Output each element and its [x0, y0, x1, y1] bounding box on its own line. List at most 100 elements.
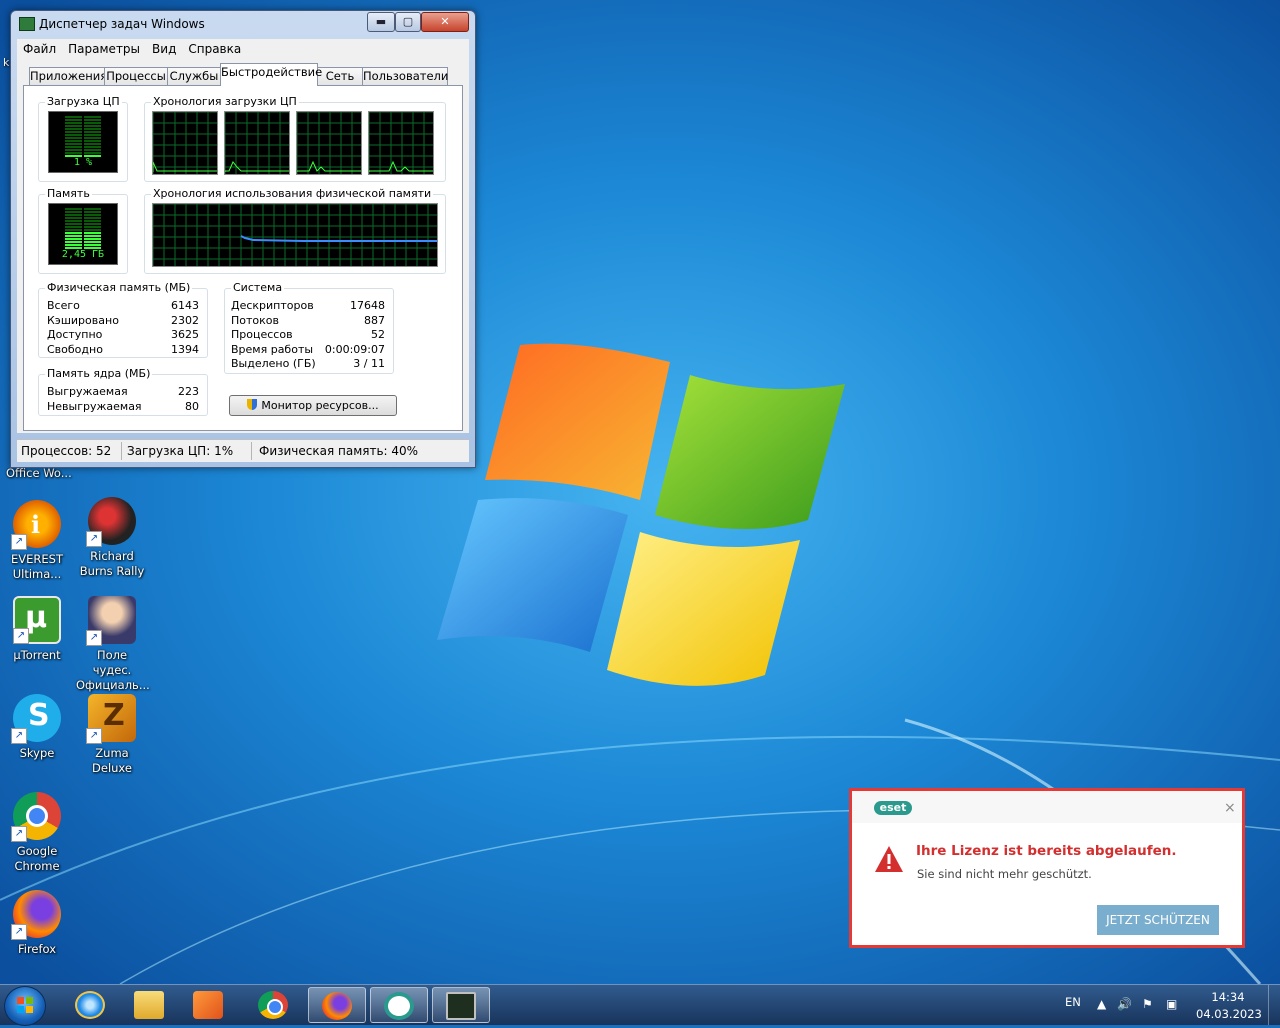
language-indicator[interactable]: EN — [1065, 995, 1081, 1009]
zuma-deluxe-icon: Z ↗ — [86, 694, 136, 744]
resource-monitor-button[interactable]: Монитор ресурсов... — [229, 395, 397, 416]
skype-icon: S ↗ — [11, 694, 61, 744]
memory-usage-meter: 2,45 ГБ — [48, 203, 118, 265]
desktop-icon-richard-burns-rally[interactable]: ↗ Richard Burns Rally — [76, 497, 148, 579]
stat-label: Время работы — [231, 343, 314, 356]
shortcut-arrow-icon: ↗ — [86, 531, 102, 547]
cpu-history-graph-3 — [296, 111, 362, 175]
desktop-icon-utorrent[interactable]: µ ↗ µTorrent — [1, 596, 73, 663]
shortcut-arrow-icon: ↗ — [11, 728, 27, 744]
title-bar[interactable]: Диспетчер задач Windows ▬ ▢ ✕ — [11, 11, 475, 37]
taskbar-chrome[interactable] — [245, 987, 303, 1023]
desktop-icon-skype[interactable]: S ↗ Skype — [1, 694, 73, 761]
media-player-icon — [193, 991, 223, 1019]
eset-license-notification[interactable]: eset × Ihre Lizenz ist bereits abgelaufe… — [849, 788, 1245, 948]
close-icon[interactable]: × — [1224, 800, 1236, 816]
cpu-history-graph-4 — [368, 111, 434, 175]
desktop-icon-office-partial[interactable]: Office Wo... — [0, 466, 80, 481]
stat-value: 3 / 11 — [353, 357, 385, 370]
close-button[interactable]: ✕ — [421, 12, 469, 32]
volume-icon[interactable]: 🔊 — [1117, 997, 1132, 1011]
memory-history-graph — [152, 203, 438, 267]
notification-subtext: Sie sind nicht mehr geschützt. — [917, 867, 1092, 881]
stat-label: Дескрипторов — [231, 299, 314, 312]
shortcut-arrow-icon: ↗ — [11, 924, 27, 940]
stat-label: Процессов — [231, 328, 293, 341]
stat-value: 1394 — [171, 343, 199, 356]
shortcut-arrow-icon: ↗ — [86, 728, 102, 744]
desktop-icon-everest[interactable]: i ↗ EVEREST Ultima... — [1, 500, 73, 582]
protect-now-button[interactable]: JETZT SCHÜTZEN — [1097, 905, 1219, 935]
memory-meter-bars — [65, 208, 101, 249]
stat-label: Выделено (ГБ) — [231, 357, 316, 370]
window-title: Диспетчер задач Windows — [39, 17, 205, 31]
uac-shield-icon — [247, 399, 258, 410]
status-processes: Процессов: 52 — [21, 444, 112, 458]
stat-label: Кэшировано — [47, 314, 119, 327]
richard-burns-rally-icon: ↗ — [86, 497, 136, 547]
shortcut-arrow-icon: ↗ — [11, 826, 27, 842]
tab-performance[interactable]: Быстродействие — [220, 63, 322, 86]
taskbar-internet-explorer[interactable] — [62, 987, 120, 1023]
cpu-meter-bars — [65, 116, 101, 157]
action-center-icon[interactable]: ⚑ — [1142, 997, 1153, 1011]
taskbar-eset[interactable] — [370, 987, 428, 1023]
everest-icon: i ↗ — [11, 500, 61, 550]
tab-services[interactable]: Службы — [167, 67, 221, 85]
task-manager-window[interactable]: Диспетчер задач Windows ▬ ▢ ✕ Файл Параме… — [10, 10, 476, 468]
show-hidden-icons-icon[interactable]: ▲ — [1097, 997, 1106, 1011]
clock-time[interactable]: 14:34 — [1200, 990, 1256, 1004]
taskbar-task-manager[interactable] — [432, 987, 490, 1023]
memory-group: Память 2,45 ГБ — [38, 187, 128, 274]
taskbar-firefox[interactable] — [308, 987, 366, 1023]
desktop-icon-label: Office Wo... — [6, 466, 72, 480]
tab-processes[interactable]: Процессы — [104, 67, 168, 85]
memory-history-title: Хронология использования физической памя… — [151, 187, 434, 200]
explorer-folder-icon — [134, 991, 164, 1019]
clock-date[interactable]: 04.03.2023 — [1196, 1007, 1262, 1021]
cpu-usage-meter: 1 % — [48, 111, 118, 173]
desktop-icon-label: µTorrent — [13, 648, 61, 662]
desktop-icon-firefox[interactable]: ↗ Firefox — [1, 890, 73, 957]
menu-file[interactable]: Файл — [17, 39, 62, 56]
stat-value: 0:00:09:07 — [324, 343, 385, 356]
stat-label: Выгружаемая — [47, 385, 128, 398]
memory-history-group: Хронология использования физической памя… — [144, 187, 446, 274]
cpu-usage-title: Загрузка ЦП — [45, 95, 122, 108]
system-group: Система Дескрипторов 17648 Потоков 887 Про… — [224, 281, 394, 374]
tab-networking[interactable]: Сеть — [317, 67, 363, 85]
tab-applications[interactable]: Приложения — [29, 67, 107, 85]
desktop-icon-label: EVEREST Ultima... — [11, 552, 63, 581]
desktop-icon-zuma-deluxe[interactable]: Z ↗ Zuma Deluxe — [76, 694, 148, 776]
tab-strip: Приложения Процессы Службы Быстродействи… — [17, 59, 469, 86]
tab-users[interactable]: Пользователи — [362, 67, 448, 85]
performance-panel: Загрузка ЦП 1 % Хронология загрузки ЦП П… — [23, 85, 463, 431]
performance-tab-body: Загрузка ЦП 1 % Хронология загрузки ЦП П… — [17, 85, 469, 433]
cpu-history-title: Хронология загрузки ЦП — [151, 95, 299, 108]
menu-options[interactable]: Параметры — [62, 39, 146, 56]
desktop-icon-label: Поле чудес. Официаль... — [76, 648, 150, 692]
minimize-button[interactable]: ▬ — [367, 12, 395, 32]
network-icon[interactable]: ▣ — [1166, 997, 1177, 1011]
task-manager-app-icon — [19, 17, 35, 31]
task-manager-icon — [446, 992, 476, 1020]
menu-help[interactable]: Справка — [182, 39, 247, 56]
chrome-icon: ↗ — [11, 792, 61, 842]
show-desktop-button[interactable] — [1268, 985, 1280, 1025]
desktop-icon-google-chrome[interactable]: ↗ Google Chrome — [1, 792, 73, 874]
maximize-button[interactable]: ▢ — [395, 12, 421, 32]
taskbar: EN ▲ 🔊 ⚑ ▣ 14:34 04.03.2023 — [0, 984, 1280, 1026]
start-button[interactable] — [4, 986, 46, 1026]
desktop-edge-fragment: k — [3, 56, 10, 69]
taskbar-media-player[interactable] — [180, 987, 238, 1023]
desktop-icon-label: Skype — [19, 746, 55, 760]
desktop-icon-pole-chudes[interactable]: ↗ Поле чудес. Официаль... — [76, 596, 150, 693]
taskbar-explorer[interactable] — [121, 987, 179, 1023]
windows-logo-icon — [17, 997, 33, 1013]
memory-title: Память — [45, 187, 92, 200]
utorrent-icon: µ ↗ — [13, 596, 61, 644]
shortcut-arrow-icon: ↗ — [11, 534, 27, 550]
menu-view[interactable]: Вид — [146, 39, 182, 56]
firefox-icon — [322, 992, 352, 1020]
stat-value: 6143 — [171, 299, 199, 312]
